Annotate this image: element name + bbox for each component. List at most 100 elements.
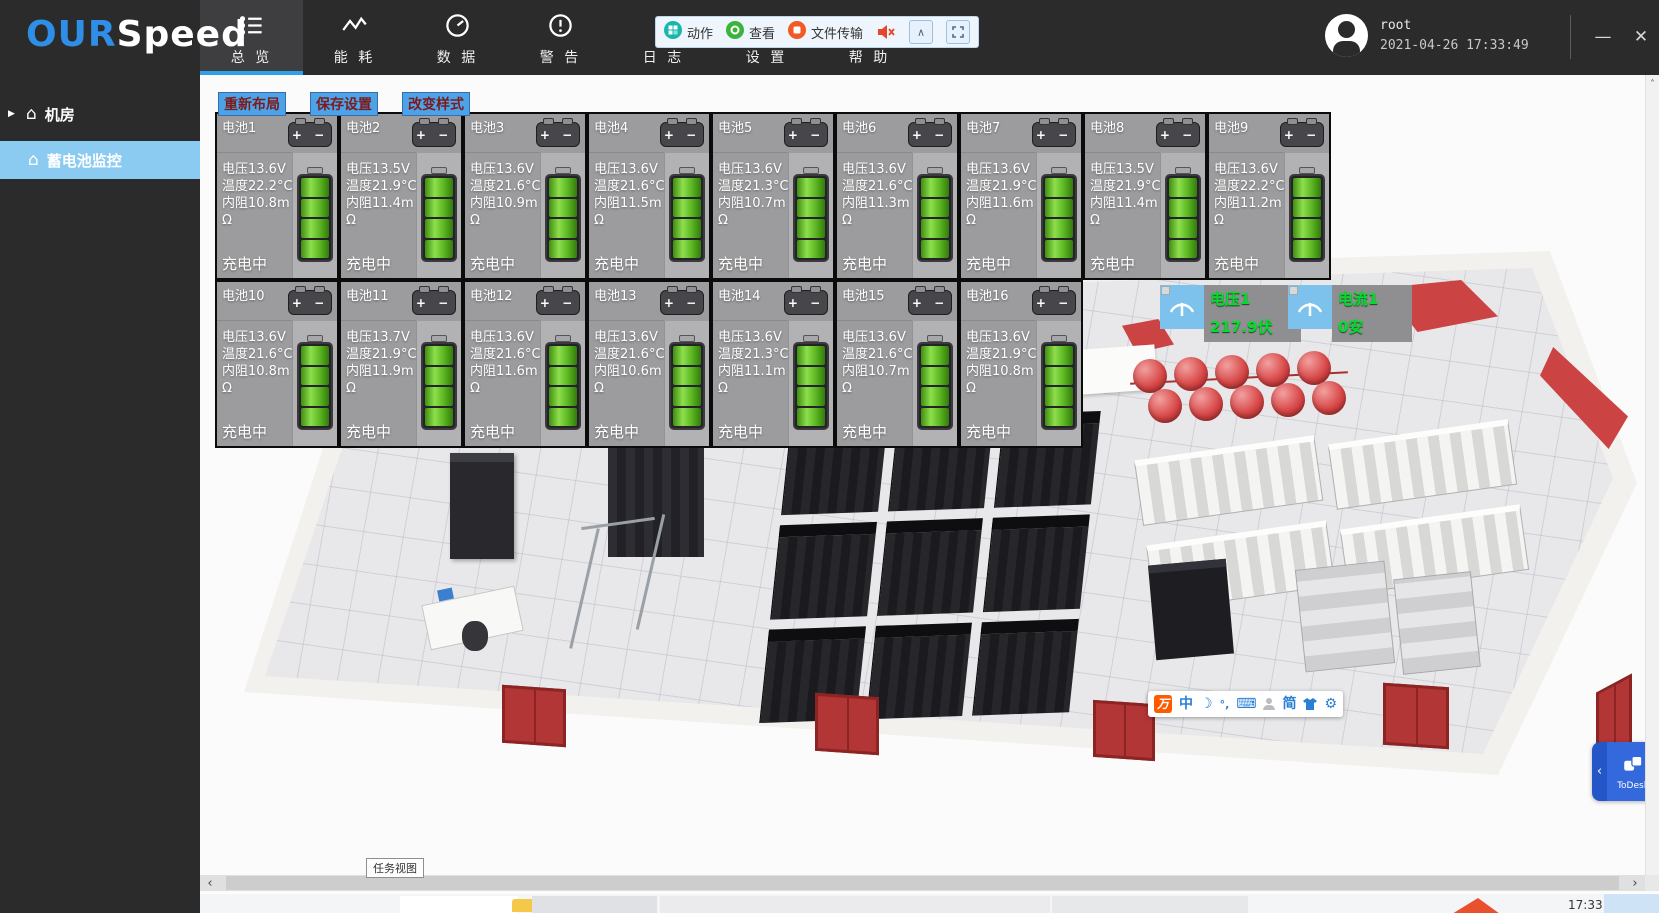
collapse-toolbar-button[interactable]: ∧ [909, 20, 933, 44]
ime-logo-icon[interactable]: 万 [1154, 695, 1172, 713]
dark-cabinet [1148, 559, 1234, 660]
vertical-scrollbar[interactable]: ˄ ˅ [1645, 75, 1659, 891]
chevron-left-icon[interactable]: ‹ [1592, 742, 1607, 801]
battery-terminal-icon: + − [412, 290, 456, 315]
battery-temperature: 温度21.9°C [966, 346, 1038, 363]
horizontal-scroll-thumb[interactable] [226, 876, 1619, 890]
battery-voltage: 电压13.5V [346, 161, 418, 178]
gauge-icon [1288, 285, 1332, 329]
change-style-button[interactable]: 改变样式 [402, 92, 470, 116]
skin-icon[interactable] [1303, 698, 1317, 710]
tone-icon[interactable]: °, [1220, 699, 1230, 710]
battery-temperature: 温度21.6°C [842, 178, 914, 195]
battery-level-icon [421, 335, 457, 430]
sidebar-item-machine-room[interactable]: ▶ ⌂ 机房 [0, 95, 200, 133]
simplified-chinese-indicator[interactable]: 简 [1282, 697, 1296, 711]
battery-card[interactable]: 电池16 + − 电压13.6V 温度21.9°C 内阻10.8mΩ 充电中 [959, 280, 1083, 448]
battery-voltage: 电压13.6V [842, 161, 914, 178]
battery-card[interactable]: 电池3 + − 电压13.6V 温度21.6°C 内阻10.9mΩ 充电中 [463, 112, 587, 280]
battery-level-column [416, 153, 461, 278]
battery-card[interactable]: 电池7 + − 电压13.6V 温度21.9°C 内阻11.6mΩ 充电中 [959, 112, 1083, 280]
tab-label: 警 告 [540, 47, 581, 67]
meter-name: 电压1 [1210, 288, 1297, 309]
battery-level-icon [421, 167, 457, 262]
battery-temperature: 温度21.3°C [718, 178, 790, 195]
user-icon[interactable] [1263, 698, 1275, 710]
mute-speaker-icon[interactable] [876, 24, 896, 40]
battery-resistance: 内阻10.7mΩ [718, 195, 790, 229]
battery-name: 电池3 [470, 117, 504, 136]
input-method-toolbar: 万中 ☽ °, ⌨ 简 ⚙ [1148, 691, 1343, 717]
moon-icon[interactable]: ☽ [1200, 697, 1213, 711]
battery-temperature: 温度21.3°C [718, 346, 790, 363]
chinese-mode-indicator[interactable]: 中 [1179, 697, 1193, 711]
gauge-icon [444, 12, 471, 42]
sidebar: OURSpeed ▶ ⌂ 机房 ⌂ 蓄电池监控 [0, 0, 200, 913]
battery-terminal-icon: + − [1032, 290, 1076, 315]
save-settings-button[interactable]: 保存设置 [310, 92, 378, 116]
battery-status: 充电中 [842, 421, 887, 442]
battery-card[interactable]: 电池6 + − 电压13.6V 温度21.6°C 内阻11.3mΩ 充电中 [835, 112, 959, 280]
battery-status: 充电中 [966, 253, 1011, 274]
light-cabinet [1295, 561, 1395, 673]
server-rack-cluster [759, 411, 1100, 723]
todesk-logo-icon [1622, 753, 1644, 779]
battery-resistance: 内阻11.2mΩ [1214, 195, 1286, 229]
light-cabinet [1393, 571, 1481, 675]
tab-data[interactable]: 数 据 [406, 0, 509, 75]
battery-temperature: 温度21.9°C [1090, 178, 1162, 195]
close-button[interactable]: ✕ [1626, 22, 1656, 52]
battery-card[interactable]: 电池13 + − 电压13.6V 温度21.6°C 内阻10.6mΩ 充电中 [587, 280, 711, 448]
tab-energy[interactable]: 能 耗 [303, 0, 406, 75]
battery-level-column [664, 321, 709, 446]
battery-card[interactable]: 电池12 + − 电压13.6V 温度21.6°C 内阻11.6mΩ 充电中 [463, 280, 587, 448]
scroll-right-arrow[interactable]: › [1627, 875, 1643, 891]
battery-card[interactable]: 电池5 + − 电压13.6V 温度21.3°C 内阻10.7mΩ 充电中 [711, 112, 835, 280]
battery-card[interactable]: 电池9 + − 电压13.6V 温度22.2°C 内阻11.2mΩ 充电中 [1207, 112, 1331, 280]
remote-view-button[interactable]: 查看 [726, 21, 775, 43]
datetime: 2021-04-26 17:33:49 [1380, 38, 1529, 53]
tab-alerts[interactable]: 警 告 [509, 0, 612, 75]
avatar [1325, 14, 1368, 57]
voltage-meter-widget[interactable]: 电压1 217.9伏 [1160, 285, 1301, 342]
sidebar-item-battery-monitor[interactable]: ⌂ 蓄电池监控 [0, 141, 200, 179]
meter-value: 217.9伏 [1210, 316, 1297, 337]
battery-voltage: 电压13.6V [470, 329, 542, 346]
battery-level-icon [669, 167, 705, 262]
remote-action-button[interactable]: 动作 [664, 21, 713, 43]
fullscreen-button[interactable] [946, 20, 970, 44]
taskbar-clock: 17:33 [1568, 898, 1603, 912]
battery-card[interactable]: 电池11 + − 电压13.7V 温度21.9°C 内阻11.9mΩ 充电中 [339, 280, 463, 448]
scroll-up-arrow[interactable]: ˄ [1646, 79, 1659, 90]
battery-terminal-icon: + − [660, 290, 704, 315]
battery-terminal-icon: + − [908, 122, 952, 147]
battery-terminal-icon: + − [784, 290, 828, 315]
minimize-button[interactable]: — [1588, 22, 1618, 52]
scroll-left-arrow[interactable]: ‹ [202, 875, 218, 891]
expand-arrow-icon[interactable]: ▶ [8, 109, 15, 119]
battery-card[interactable]: 电池4 + − 电压13.6V 温度21.6°C 内阻11.5mΩ 充电中 [587, 112, 711, 280]
battery-card[interactable]: 电池1 + − 电压13.6V 温度22.2°C 内阻10.8mΩ 充电中 [215, 112, 339, 280]
office-chair [462, 621, 488, 651]
tab-label: 设 置 [746, 47, 787, 67]
battery-card[interactable]: 电池10 + − 电压13.6V 温度21.6°C 内阻10.8mΩ 充电中 [215, 280, 339, 448]
battery-terminal-icon: + − [536, 290, 580, 315]
settings-gear-icon[interactable]: ⚙ [1324, 697, 1337, 711]
current-meter-widget[interactable]: 电流1 0安 [1288, 285, 1412, 342]
battery-resistance: 内阻11.5mΩ [594, 195, 666, 229]
battery-temperature: 温度21.6°C [594, 178, 666, 195]
battery-card[interactable]: 电池15 + − 电压13.6V 温度21.6°C 内阻10.7mΩ 充电中 [835, 280, 959, 448]
relayout-button[interactable]: 重新布局 [218, 92, 286, 116]
battery-terminal-icon: + − [288, 122, 332, 147]
scrollbar-corner [1645, 875, 1659, 891]
folder-icon [512, 899, 534, 912]
tab-label: 数 据 [437, 47, 478, 67]
battery-card[interactable]: 电池14 + − 电压13.6V 温度21.3°C 内阻11.1mΩ 充电中 [711, 280, 835, 448]
battery-terminal-icon: + − [1032, 122, 1076, 147]
battery-name: 电池10 [222, 285, 265, 304]
remote-file-transfer-button[interactable]: 文件传输 [788, 21, 863, 43]
battery-card[interactable]: 电池2 + − 电压13.5V 温度21.9°C 内阻11.4mΩ 充电中 [339, 112, 463, 280]
battery-card[interactable]: 电池8 + − 电压13.5V 温度21.9°C 内阻11.4mΩ 充电中 [1083, 112, 1207, 280]
keyboard-icon[interactable]: ⌨ [1236, 697, 1256, 711]
battery-terminal-icon: + − [536, 122, 580, 147]
